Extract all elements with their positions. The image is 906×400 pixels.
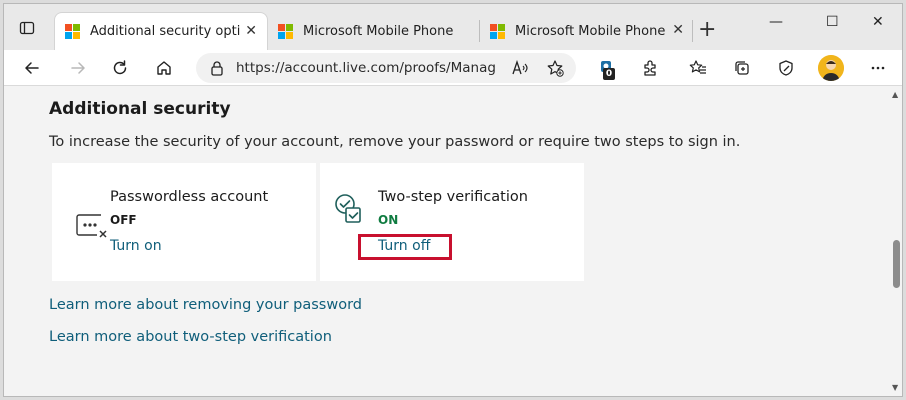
close-tab-icon[interactable]: ✕ — [672, 22, 684, 38]
collections-button[interactable] — [730, 56, 754, 80]
passwordless-title: Passwordless account — [110, 189, 269, 205]
close-tab-icon[interactable]: ✕ — [245, 23, 257, 39]
avatar-icon — [818, 55, 844, 81]
extensions-icon — [644, 60, 656, 76]
favorites-icon — [689, 60, 706, 74]
two-step-title: Two-step verification — [378, 189, 528, 205]
learn-more-passwordless-link[interactable]: Learn more about removing your password — [49, 297, 362, 313]
vertical-scrollbar[interactable]: ▲ ▼ — [889, 87, 902, 396]
tab-additional-security[interactable]: Additional security options ✕ — [54, 12, 268, 50]
tab-actions-icon — [19, 21, 35, 35]
scroll-up-icon[interactable]: ▲ — [892, 90, 898, 99]
tab-microsoft-mobile-phone-2[interactable]: Microsoft Mobile Phone Au ✕ — [480, 12, 692, 50]
passwordless-card: Passwordless account OFF Turn on — [52, 163, 316, 281]
tab-separator — [692, 20, 693, 42]
scroll-down-icon[interactable]: ▼ — [892, 383, 898, 392]
maximize-button[interactable]: ☐ — [826, 14, 839, 30]
two-step-state: ON — [378, 213, 399, 227]
refresh-icon — [113, 60, 127, 75]
read-aloud-icon[interactable] — [511, 60, 529, 76]
home-icon — [157, 61, 171, 75]
microsoft-logo-icon — [490, 23, 505, 39]
page-content: Additional security To increase the secu… — [4, 87, 889, 396]
page-description: To increase the security of your account… — [49, 134, 741, 150]
turn-off-link[interactable]: Turn off — [378, 238, 430, 254]
address-bar[interactable]: https://account.live.com/proofs/Manag... — [196, 53, 576, 83]
passwordless-state: OFF — [110, 213, 137, 227]
profile-avatar[interactable] — [818, 55, 844, 81]
lock-icon[interactable] — [210, 60, 224, 76]
tab-actions-button[interactable] — [12, 14, 42, 42]
back-button[interactable] — [20, 56, 44, 80]
two-step-verification-icon — [335, 194, 361, 223]
extensions-button[interactable] — [638, 56, 662, 80]
add-favorite-icon[interactable] — [546, 59, 564, 77]
tab-strip: Additional security options ✕ Microsoft … — [4, 4, 902, 50]
back-icon — [25, 62, 39, 74]
tab-title: Microsoft Mobile Phone Au — [303, 23, 453, 39]
microsoft-logo-icon — [278, 23, 293, 39]
new-tab-button[interactable]: + — [698, 17, 716, 42]
page-title: Additional security — [49, 99, 231, 119]
forward-icon — [71, 62, 85, 74]
microsoft-logo-icon — [65, 24, 80, 39]
scroll-thumb[interactable] — [893, 240, 900, 288]
forward-button[interactable] — [66, 56, 90, 80]
tab-microsoft-mobile-phone-1[interactable]: Microsoft Mobile Phone Au — [268, 12, 480, 50]
more-icon — [871, 66, 885, 70]
collections-icon — [735, 61, 749, 75]
learn-more-two-step-link[interactable]: Learn more about two-step verification — [49, 329, 332, 345]
turn-on-link[interactable]: Turn on — [110, 238, 162, 254]
url-text: https://account.live.com/proofs/Manag... — [236, 60, 496, 76]
minimize-button[interactable]: — — [769, 14, 783, 30]
favorites-button[interactable] — [686, 56, 710, 80]
close-window-button[interactable]: ✕ — [872, 14, 884, 30]
more-button[interactable] — [866, 56, 890, 80]
extension-button[interactable]: 0 — [594, 56, 618, 80]
browser-essentials-icon — [779, 60, 793, 76]
refresh-button[interactable] — [108, 56, 132, 80]
extension-badge: 0 — [603, 68, 615, 80]
browser-window: Additional security options ✕ Microsoft … — [3, 3, 903, 397]
home-button[interactable] — [152, 56, 176, 80]
tab-title: Additional security options — [90, 24, 240, 39]
passwordless-icon — [76, 214, 107, 238]
two-step-card: Two-step verification ON Turn off — [320, 163, 584, 281]
browser-toolbar: https://account.live.com/proofs/Manag...… — [4, 50, 902, 86]
tab-title: Microsoft Mobile Phone Au — [515, 23, 665, 39]
browser-essentials-button[interactable] — [774, 56, 798, 80]
